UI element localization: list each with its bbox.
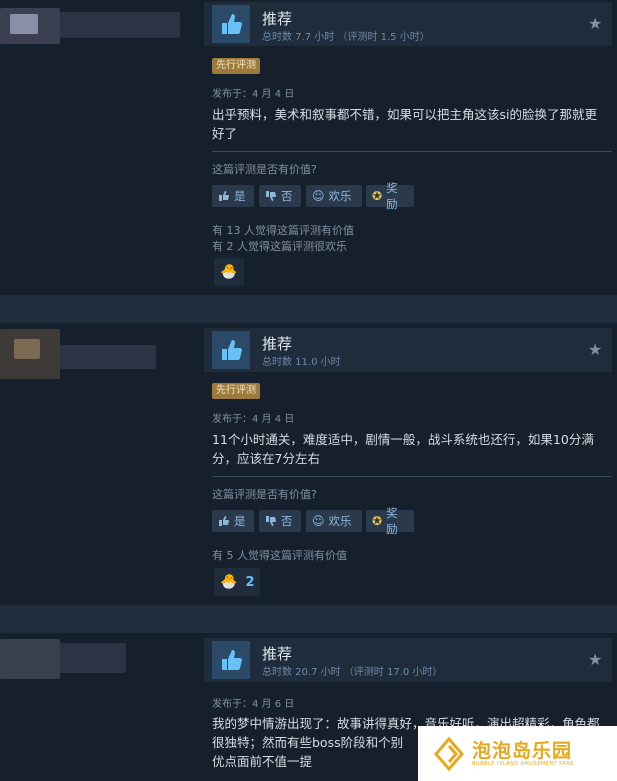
vote-funny-button[interactable]: ☺ 欢乐 bbox=[306, 185, 362, 207]
logo-text: 泡泡岛乐园 BUBBLE ISLAND AMUSEMENT PARK bbox=[472, 741, 574, 767]
vote-funny-label: 欢乐 bbox=[328, 189, 352, 203]
divider bbox=[212, 151, 612, 152]
funny-count: 有 2 人觉得这篇评测很欢乐 bbox=[212, 240, 347, 253]
thumbs-up-icon bbox=[212, 331, 250, 369]
review-separator bbox=[0, 605, 617, 633]
vote-funny-label: 欢乐 bbox=[328, 514, 352, 528]
review-card-2: 推荐 总时数 11.0 小时 ★ 先行评测 发布于：4 月 4 日 11个小时通… bbox=[0, 323, 617, 605]
award-reaction[interactable]: 🐣 2 bbox=[214, 568, 260, 596]
helpful-question: 这篇评测是否有价值? bbox=[212, 488, 317, 501]
review-verdict[interactable]: 推荐 bbox=[262, 643, 292, 664]
award-button[interactable]: ✪ 奖励 bbox=[366, 181, 414, 211]
vote-no-label: 否 bbox=[281, 514, 293, 528]
vote-yes-button[interactable]: 是 bbox=[212, 510, 254, 532]
smiley-icon: ☺ bbox=[312, 514, 325, 528]
early-access-badge: 先行评测 bbox=[212, 58, 260, 74]
award-reaction-icon: 🐣 bbox=[220, 264, 238, 280]
helpful-count: 有 13 人觉得这篇评测有价值 bbox=[212, 224, 354, 237]
award-label: 奖励 bbox=[386, 506, 398, 536]
review-body: 11个小时通关，难度适中，剧情一般，战斗系统也还行，如果10分满分，应该在7分左… bbox=[212, 432, 594, 466]
helpful-question: 这篇评测是否有价值? bbox=[212, 163, 317, 176]
award-button[interactable]: ✪ 奖励 bbox=[366, 506, 414, 536]
star-icon: ★ bbox=[588, 14, 603, 33]
vote-no-button[interactable]: 否 bbox=[259, 510, 301, 532]
review-verdict[interactable]: 推荐 bbox=[262, 333, 292, 354]
award-count: 2 bbox=[245, 574, 255, 590]
logo-title: 泡泡岛乐园 bbox=[472, 739, 573, 762]
star-icon: ★ bbox=[588, 650, 603, 669]
award-reaction-icon: 🐣 bbox=[220, 574, 238, 590]
vote-no-button[interactable]: 否 bbox=[259, 185, 301, 207]
author-avatar-blurred[interactable] bbox=[0, 633, 200, 781]
logo-subtitle: BUBBLE ISLAND AMUSEMENT PARK bbox=[472, 760, 575, 767]
author-avatar-blurred[interactable] bbox=[0, 0, 200, 295]
early-access-badge: 先行评测 bbox=[212, 383, 260, 399]
divider bbox=[212, 476, 612, 477]
review-separator bbox=[0, 295, 617, 323]
posted-date: 发布于：4 月 6 日 bbox=[212, 699, 295, 710]
vote-no-label: 否 bbox=[281, 189, 293, 203]
star-icon: ★ bbox=[588, 340, 603, 359]
thumbs-up-icon bbox=[218, 515, 230, 527]
helpful-count: 有 5 人觉得这篇评测有价值 bbox=[212, 549, 347, 562]
thumbs-up-icon bbox=[212, 5, 250, 43]
logo-mark-icon bbox=[434, 736, 464, 771]
posted-date: 发布于：4 月 4 日 bbox=[212, 89, 295, 100]
watermark-logo: 泡泡岛乐园 BUBBLE ISLAND AMUSEMENT PARK bbox=[418, 726, 617, 781]
award-reaction[interactable]: 🐣 bbox=[214, 258, 244, 286]
vote-yes-button[interactable]: 是 bbox=[212, 185, 254, 207]
thumbs-up-icon bbox=[212, 641, 250, 679]
review-body: 出乎预料，美术和叙事都不错，如果可以把主角这该si的脸换了那就更好了 bbox=[212, 107, 597, 141]
thumbs-up-icon bbox=[218, 190, 230, 202]
review-verdict[interactable]: 推荐 bbox=[262, 8, 292, 29]
posted-date: 发布于：4 月 4 日 bbox=[212, 414, 295, 425]
award-icon: ✪ bbox=[372, 189, 383, 203]
thumbs-down-icon bbox=[265, 515, 277, 527]
author-avatar-blurred[interactable] bbox=[0, 323, 200, 605]
smiley-icon: ☺ bbox=[312, 189, 325, 203]
award-label: 奖励 bbox=[386, 181, 398, 211]
award-icon: ✪ bbox=[372, 514, 383, 528]
vote-funny-button[interactable]: ☺ 欢乐 bbox=[306, 510, 362, 532]
vote-yes-label: 是 bbox=[234, 514, 246, 528]
thumbs-down-icon bbox=[265, 190, 277, 202]
vote-yes-label: 是 bbox=[234, 189, 246, 203]
playtime-hours: 总时数 20.7 小时 （评测时 17.0 小时） bbox=[262, 667, 443, 678]
playtime-hours: 总时数 7.7 小时 （评测时 1.5 小时） bbox=[262, 32, 430, 43]
review-card-1: 推荐 总时数 7.7 小时 （评测时 1.5 小时） ★ 先行评测 发布于：4 … bbox=[0, 0, 617, 295]
playtime-hours: 总时数 11.0 小时 bbox=[262, 357, 341, 368]
